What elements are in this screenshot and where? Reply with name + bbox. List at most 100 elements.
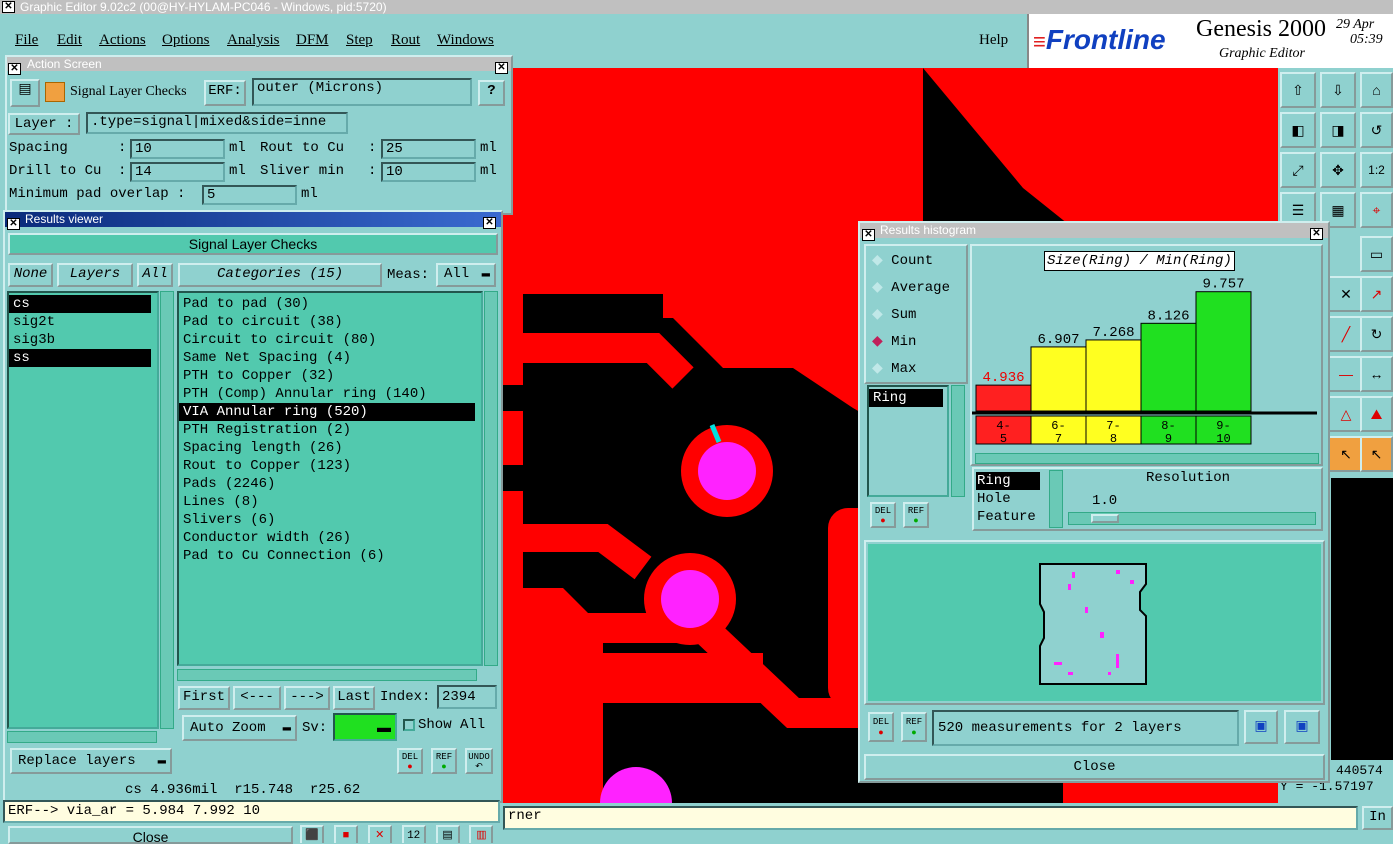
fit-icon[interactable]: ⤢ bbox=[1280, 152, 1316, 188]
show-all-checkbox[interactable] bbox=[403, 719, 415, 731]
tool-a-icon[interactable]: ⬛ bbox=[300, 825, 324, 843]
chart-hscrollbar[interactable] bbox=[975, 453, 1319, 464]
tool-b-icon[interactable]: ■ bbox=[333, 825, 358, 843]
hist-del-button[interactable]: DEL ● bbox=[870, 502, 896, 528]
action-screen-close-icon[interactable]: ✕ bbox=[495, 57, 508, 74]
list-item[interactable]: Ring bbox=[869, 389, 943, 407]
snap-icon[interactable]: ↗ bbox=[1360, 276, 1393, 312]
category-item[interactable]: Pad to Cu Connection (6) bbox=[179, 547, 475, 565]
layer-item[interactable]: sig3b bbox=[9, 331, 151, 349]
layer-item[interactable]: ss bbox=[9, 349, 151, 367]
category-item[interactable]: Spacing length (26) bbox=[179, 439, 475, 457]
feature-type-list[interactable]: Ring Hole Feature bbox=[976, 472, 1046, 526]
last-button[interactable]: Last bbox=[333, 686, 375, 710]
zoom-out-box-icon[interactable]: ▣ bbox=[1284, 710, 1320, 744]
menu-edit[interactable]: Edit bbox=[57, 32, 82, 49]
stat-option-count[interactable]: ◆ Count bbox=[872, 252, 933, 269]
stretch-icon[interactable]: ↔ bbox=[1360, 356, 1393, 392]
tool-d-icon[interactable]: 12 bbox=[401, 825, 426, 843]
bridge-icon[interactable]: ⛰ bbox=[1360, 396, 1393, 432]
undo-button[interactable]: UNDO ↶ bbox=[465, 748, 493, 774]
in-button[interactable]: In bbox=[1362, 806, 1393, 830]
auto-zoom-dropdown[interactable]: Auto Zoom ▬ bbox=[182, 715, 297, 741]
histogram-type-list[interactable]: Ring bbox=[867, 385, 949, 497]
feature-type-scrollbar[interactable] bbox=[1049, 470, 1063, 528]
action-book-icon[interactable]: ▤ bbox=[10, 79, 40, 107]
tool-c-icon[interactable]: ✕ bbox=[367, 825, 392, 843]
pan-right-icon[interactable]: ◨ bbox=[1320, 112, 1356, 148]
center-icon[interactable]: ✥ bbox=[1320, 152, 1356, 188]
meas-dropdown[interactable]: All ▬ bbox=[436, 263, 496, 287]
all-button[interactable]: All bbox=[137, 263, 173, 287]
menu-actions[interactable]: Actions bbox=[99, 32, 146, 49]
categories-hscrollbar[interactable] bbox=[177, 669, 477, 681]
thumb-del-button[interactable]: DEL ● bbox=[868, 712, 894, 742]
rotate-icon[interactable]: ↻ bbox=[1360, 316, 1393, 352]
results-viewer-close-icon[interactable]: ✕ bbox=[483, 212, 496, 229]
scale-icon[interactable]: 1:2 bbox=[1360, 152, 1393, 188]
home-down-icon[interactable]: ⇩ bbox=[1320, 72, 1356, 108]
pointer-icon[interactable]: ↖ bbox=[1328, 436, 1364, 472]
first-button[interactable]: First bbox=[178, 686, 230, 710]
resolution-slider[interactable] bbox=[1068, 512, 1316, 525]
sv-color-dropdown[interactable]: ▬ bbox=[333, 713, 397, 741]
next-button[interactable]: ---> bbox=[284, 686, 330, 710]
pan-left-icon[interactable]: ◧ bbox=[1280, 112, 1316, 148]
category-item[interactable]: VIA Annular ring (520) bbox=[179, 403, 475, 421]
triangle-icon[interactable]: △ bbox=[1328, 396, 1364, 432]
rout-field[interactable]: 25 bbox=[381, 139, 476, 159]
min-pad-field[interactable]: 5 bbox=[202, 185, 297, 205]
category-item[interactable]: Lines (8) bbox=[179, 493, 475, 511]
zoom-box-icon[interactable]: ▣ bbox=[1244, 710, 1278, 744]
layers-scrollbar[interactable] bbox=[160, 291, 174, 729]
replace-layers-dropdown[interactable]: Replace layers ▬ bbox=[10, 748, 172, 774]
histogram-menu-icon[interactable]: ✕ bbox=[862, 224, 875, 241]
help-button[interactable]: ? bbox=[478, 80, 505, 106]
hist-ref-button[interactable]: REF ● bbox=[903, 502, 929, 528]
tool-e-icon[interactable]: ▤ bbox=[435, 825, 460, 843]
layers-hscrollbar[interactable] bbox=[7, 731, 157, 743]
layers-button[interactable]: Layers bbox=[57, 263, 133, 287]
category-item[interactable]: Circuit to circuit (80) bbox=[179, 331, 475, 349]
thumb-ref-button[interactable]: REF ● bbox=[901, 712, 927, 742]
feature-type-item[interactable]: Feature bbox=[976, 508, 1040, 526]
stat-option-max[interactable]: ◆ Max bbox=[872, 360, 916, 377]
zoom-back-icon[interactable]: ↺ bbox=[1360, 112, 1393, 148]
menu-file[interactable]: File bbox=[15, 32, 38, 49]
categories-button[interactable]: Categories (15) bbox=[178, 263, 382, 287]
menu-windows[interactable]: Windows bbox=[437, 32, 494, 49]
none-button[interactable]: None bbox=[8, 263, 53, 287]
category-item[interactable]: Slivers (6) bbox=[179, 511, 475, 529]
menu-options[interactable]: Options bbox=[162, 32, 210, 49]
categories-list[interactable]: Pad to pad (30) Pad to circuit (38) Circui… bbox=[177, 291, 483, 666]
category-item[interactable]: PTH Registration (2) bbox=[179, 421, 475, 439]
prev-button[interactable]: <--- bbox=[233, 686, 281, 710]
ruler-icon[interactable]: ▭ bbox=[1360, 236, 1393, 272]
help-menu[interactable]: Help bbox=[979, 32, 1008, 49]
dash-icon[interactable]: — bbox=[1328, 356, 1364, 392]
results-viewer-menu-icon[interactable]: ✕ bbox=[7, 213, 20, 230]
line-icon[interactable]: ╱ bbox=[1328, 316, 1364, 352]
measure-icon[interactable]: ⌖ bbox=[1360, 192, 1393, 228]
home-up-icon[interactable]: ⇧ bbox=[1280, 72, 1316, 108]
category-item[interactable]: Pads (2246) bbox=[179, 475, 475, 493]
histogram-close-button[interactable]: Close bbox=[864, 754, 1325, 780]
ref-button[interactable]: REF ● bbox=[431, 748, 457, 774]
select-icon[interactable]: ↖ bbox=[1360, 436, 1393, 472]
category-item[interactable]: Same Net Spacing (4) bbox=[179, 349, 475, 367]
menu-dfm[interactable]: DFM bbox=[296, 32, 329, 49]
house-icon[interactable]: ⌂ bbox=[1360, 72, 1393, 108]
spacing-field[interactable]: 10 bbox=[130, 139, 225, 159]
slider-thumb[interactable] bbox=[1091, 514, 1119, 523]
category-item[interactable]: PTH to Copper (32) bbox=[179, 367, 475, 385]
action-screen-menu-icon[interactable]: ✕ bbox=[8, 58, 21, 75]
category-item[interactable]: Rout to Copper (123) bbox=[179, 457, 475, 475]
categories-scrollbar[interactable] bbox=[484, 291, 498, 666]
histogram-list-scrollbar[interactable] bbox=[951, 385, 965, 497]
del-button[interactable]: DEL ● bbox=[397, 748, 423, 774]
erf-field[interactable]: outer (Microns) bbox=[252, 78, 472, 106]
cross-icon[interactable]: ✕ bbox=[1328, 276, 1364, 312]
category-item[interactable]: Pad to pad (30) bbox=[179, 295, 475, 313]
stat-option-min[interactable]: ◆ Min bbox=[872, 333, 916, 350]
layers-list[interactable]: cs sig2t sig3b ss bbox=[7, 291, 159, 729]
